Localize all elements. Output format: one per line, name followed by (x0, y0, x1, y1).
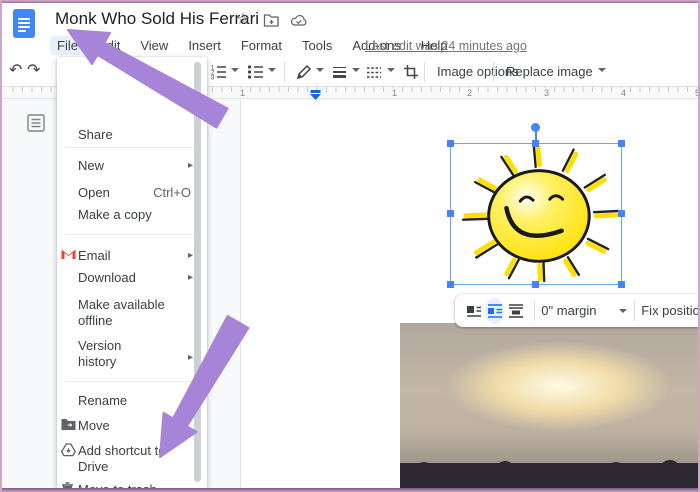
menu-insert[interactable]: Insert (181, 36, 228, 55)
star-icon[interactable]: ☆ (233, 10, 253, 30)
menu-scrollbar[interactable] (194, 62, 201, 482)
resize-handle-sw[interactable] (447, 281, 454, 288)
border-dash-dropdown-icon[interactable] (387, 68, 395, 72)
resize-handle-n[interactable] (532, 140, 539, 147)
drive-icon (61, 443, 76, 458)
folder-move-icon (61, 418, 76, 433)
shortcut-label: Ctrl+O (153, 185, 191, 200)
docs-logo-icon[interactable] (13, 9, 35, 38)
ruler-number: 1 (238, 88, 247, 98)
menu-file[interactable]: File (50, 36, 85, 55)
ruler-number: 2 (465, 88, 474, 98)
rotation-handle[interactable] (531, 123, 540, 132)
submenu-arrow-icon: ▸ (188, 272, 193, 283)
bulleted-list-dropdown-icon[interactable] (268, 68, 276, 72)
image-wrap-toolbar: 0" margin Fix position (455, 294, 700, 327)
sun-clipart-drawing (451, 144, 621, 284)
ruler-number: 1 (390, 88, 399, 98)
redo-icon[interactable]: ↷ (27, 60, 40, 80)
submenu-arrow-icon: ▸ (188, 250, 193, 261)
replace-image-dropdown-icon[interactable] (598, 68, 606, 72)
bulleted-list-icon[interactable] (247, 64, 264, 85)
wrap-inline-button[interactable] (464, 298, 483, 324)
menu-view[interactable]: View (133, 36, 175, 55)
screenshot-border (0, 0, 2, 492)
indent-marker-icon[interactable] (309, 88, 322, 106)
border-color-dropdown-icon[interactable] (316, 68, 324, 72)
margin-select[interactable]: 0" margin (541, 303, 596, 318)
line-weight-dropdown-icon[interactable] (352, 68, 360, 72)
screenshot-border (0, 488, 700, 492)
menu-tools[interactable]: Tools (295, 36, 339, 55)
ruler-number: 4 (619, 88, 628, 98)
sunset-photo[interactable] (400, 323, 700, 489)
margin-dropdown-icon[interactable] (619, 309, 627, 313)
resize-handle-e[interactable] (618, 210, 625, 217)
file-menu-dropdown: Share New▸ OpenCtrl+O Make a copy Email▸… (57, 57, 207, 488)
svg-text:3: 3 (211, 76, 215, 81)
document-title[interactable]: Monk Who Sold His Ferrari (55, 9, 259, 29)
resize-handle-s[interactable] (532, 281, 539, 288)
google-docs-window: Monk Who Sold His Ferrari ☆ File Edit Vi… (0, 0, 700, 492)
submenu-arrow-icon: ▸ (188, 160, 193, 171)
border-dash-icon[interactable] (366, 64, 382, 85)
menu-edit[interactable]: Edit (91, 36, 127, 55)
screenshot-border (0, 0, 700, 3)
replace-image-button[interactable]: Replace image (506, 64, 593, 79)
sun-clipart[interactable] (450, 143, 622, 285)
undo-icon[interactable]: ↶ (9, 60, 22, 80)
cloud-saved-icon[interactable] (289, 10, 309, 30)
numbered-list-dropdown-icon[interactable] (231, 68, 239, 72)
menu-format[interactable]: Format (234, 36, 289, 55)
crop-icon[interactable] (403, 64, 419, 85)
resize-handle-se[interactable] (618, 281, 625, 288)
ruler-number: 3 (542, 88, 551, 98)
submenu-arrow-icon: ▸ (188, 352, 193, 363)
border-color-icon[interactable] (296, 64, 312, 85)
resize-handle-ne[interactable] (618, 140, 625, 147)
move-folder-icon[interactable] (261, 10, 281, 30)
document-outline-icon[interactable] (27, 114, 45, 137)
wrap-text-button[interactable] (485, 298, 504, 324)
line-weight-icon[interactable] (332, 64, 347, 85)
last-edit-link[interactable]: Last edit was 24 minutes ago (365, 39, 527, 53)
numbered-list-icon[interactable]: 123 (210, 64, 227, 85)
header: Monk Who Sold His Ferrari ☆ File Edit Vi… (0, 0, 700, 57)
resize-handle-w[interactable] (447, 210, 454, 217)
fix-position-button[interactable]: Fix position (641, 303, 700, 318)
gmail-icon (61, 248, 76, 263)
break-text-button[interactable] (506, 298, 525, 324)
resize-handle-nw[interactable] (447, 140, 454, 147)
